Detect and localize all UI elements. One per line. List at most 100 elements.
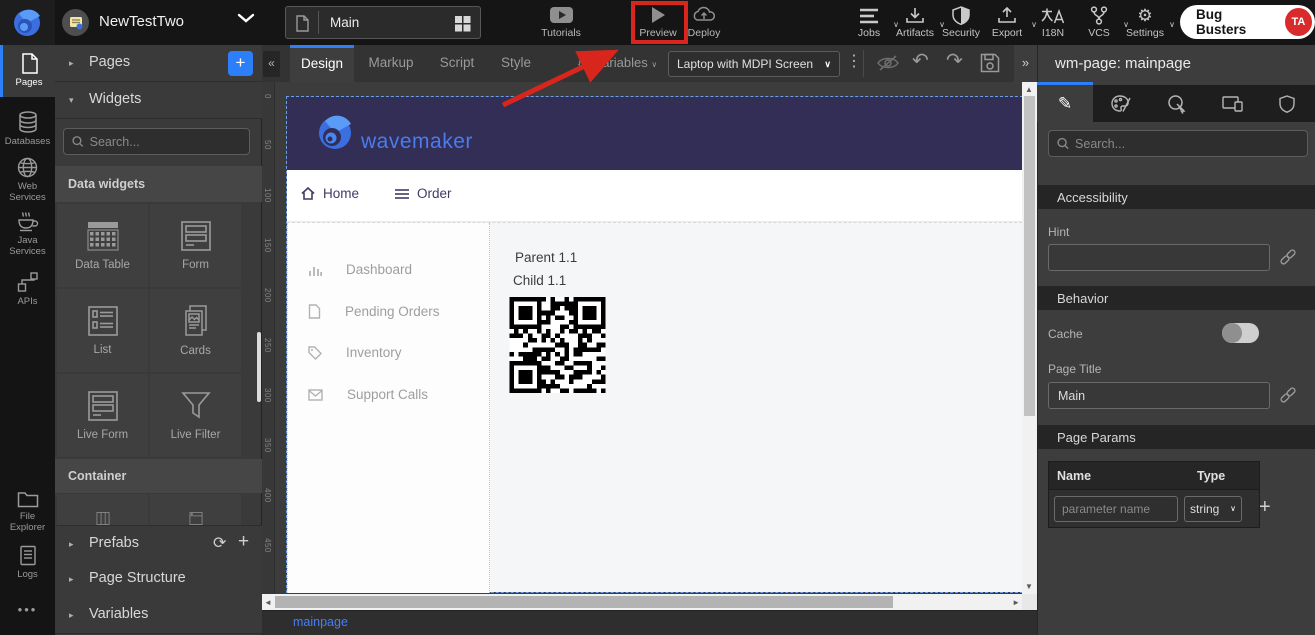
expand-right-button[interactable]: » (1014, 45, 1037, 82)
widget-list[interactable]: List (57, 289, 148, 372)
left-panel-scrollbar[interactable] (257, 332, 261, 402)
widget-panel[interactable] (150, 494, 241, 525)
device-selector[interactable]: Laptop with MDPI Screen ∨ (668, 51, 840, 77)
collapse-panel-button[interactable]: « (263, 51, 280, 77)
save-button[interactable] (980, 53, 1000, 73)
scrollbar-corner (1022, 594, 1037, 610)
pages-accordion[interactable]: ▸ Pages + (55, 45, 262, 82)
widget-live-form[interactable]: Live Form (57, 374, 148, 457)
tab-design[interactable]: Design (290, 45, 354, 82)
page-preview[interactable]: wavemaker Home Order Dashboard (287, 97, 1022, 592)
widget-data-table[interactable]: Data Table (57, 204, 148, 287)
page-header-bar[interactable]: wavemaker (287, 97, 1022, 170)
tab-styles[interactable] (1093, 85, 1149, 122)
kebab-menu-icon[interactable]: ⋮ (846, 51, 862, 71)
add-page-button[interactable]: + (228, 51, 253, 76)
data-table-icon (87, 221, 119, 251)
project-avatar[interactable] (62, 9, 89, 36)
menu-support-calls[interactable]: Support Calls (288, 387, 491, 402)
param-name-input[interactable] (1054, 496, 1178, 522)
canvas-horizontal-scrollbar[interactable]: ◄ ► (262, 594, 1022, 610)
tab-markup[interactable]: Markup (358, 45, 424, 82)
rail-item-apis[interactable]: APIs (0, 271, 55, 307)
behavior-section-header[interactable]: Behavior (1037, 286, 1315, 310)
project-name[interactable]: NewTestTwo (99, 13, 184, 30)
param-type-select[interactable]: string ∨ (1184, 496, 1242, 522)
select-chevron-icon: ∨ (1230, 504, 1236, 513)
artifacts-menu[interactable]: Artifacts ∨ (889, 7, 941, 39)
undo-button[interactable]: ↶ (912, 48, 929, 73)
scroll-up-icon[interactable]: ▲ (1025, 85, 1033, 94)
artifacts-download-icon (889, 7, 941, 25)
tutorials-button[interactable]: Tutorials (529, 6, 593, 39)
rail-item-java-services[interactable]: JavaServices (0, 211, 55, 257)
variables-accordion[interactable]: ▸ Variables (55, 597, 262, 634)
prefabs-refresh-icon[interactable]: ⟳ (213, 533, 226, 553)
redo-icon: ↷ (946, 50, 963, 72)
variables-chevron-icon: ∨ (651, 60, 657, 69)
security-menu[interactable]: Security (935, 7, 987, 39)
jobs-menu[interactable]: Jobs ∨ (843, 7, 895, 39)
cache-toggle[interactable] (1222, 323, 1259, 343)
menu-dashboard[interactable]: Dashboard (288, 262, 491, 277)
widget-search-input[interactable] (90, 135, 241, 149)
properties-search[interactable] (1048, 130, 1308, 157)
widget-cards[interactable]: Cards (150, 289, 241, 372)
widget-search[interactable] (63, 128, 250, 155)
tab-devices[interactable] (1205, 85, 1261, 122)
widget-form[interactable]: Form (150, 204, 241, 287)
tab-style[interactable]: Style (490, 45, 542, 82)
hint-input[interactable] (1048, 244, 1270, 271)
tab-events[interactable] (1149, 85, 1205, 122)
hide-markup-button[interactable] (876, 54, 900, 72)
page-params-section-header[interactable]: Page Params (1037, 425, 1315, 449)
rail-item-databases[interactable]: Databases (0, 111, 55, 147)
settings-menu[interactable]: ⚙ Settings ∨ (1119, 7, 1171, 39)
canvas-vertical-scrollbar[interactable]: ▲ ▼ (1022, 82, 1037, 594)
menu-pending-orders[interactable]: Pending Orders (288, 304, 491, 319)
widget-live-filter[interactable]: Live Filter (150, 374, 241, 457)
prefabs-add-icon[interactable]: + (238, 531, 249, 553)
rail-overflow-button[interactable]: ••• (0, 602, 55, 617)
hint-bind-link-icon[interactable] (1280, 249, 1296, 265)
open-page-tab[interactable]: mainpage (293, 615, 348, 629)
scroll-right-icon[interactable]: ► (1012, 598, 1020, 607)
team-button[interactable]: Bug Busters TA (1180, 5, 1315, 39)
widget-layout-grid[interactable] (57, 494, 148, 525)
vertical-scroll-thumb[interactable] (1024, 96, 1035, 416)
prefabs-accordion[interactable]: ▸ Prefabs ⟳ + (55, 525, 262, 562)
menu-inventory[interactable]: Inventory (288, 345, 491, 360)
accessibility-section-header[interactable]: Accessibility (1037, 185, 1315, 209)
page-selector[interactable]: Main (285, 6, 481, 39)
properties-search-input[interactable] (1075, 137, 1299, 151)
vcs-menu[interactable]: VCS ∨ (1073, 7, 1125, 39)
tab-security[interactable] (1259, 85, 1315, 122)
page-title-bind-link-icon[interactable] (1280, 387, 1296, 403)
variables-dropdown[interactable]: {x} Variables ∨ (578, 55, 657, 70)
rail-item-file-explorer[interactable]: FileExplorer (0, 490, 55, 533)
export-menu[interactable]: Export ∨ (981, 7, 1033, 39)
rail-item-logs[interactable]: Logs (0, 545, 55, 580)
rail-item-pages[interactable]: Pages (0, 45, 55, 97)
widgets-accordion[interactable]: ▾ Widgets (55, 82, 262, 119)
wavemaker-logo-button[interactable] (0, 0, 55, 45)
redo-button[interactable]: ↷ (946, 48, 963, 73)
page-structure-accordion[interactable]: ▸ Page Structure (55, 561, 262, 598)
user-avatar[interactable]: TA (1285, 8, 1312, 36)
scroll-left-icon[interactable]: ◄ (264, 598, 272, 607)
devices-icon (1222, 96, 1244, 112)
tab-script[interactable]: Script (428, 45, 486, 82)
project-chevron-down-icon[interactable] (237, 13, 255, 23)
tab-properties[interactable]: ✎ (1037, 85, 1093, 122)
page-params-header-row: Name Type (1048, 461, 1260, 490)
scroll-down-icon[interactable]: ▼ (1025, 582, 1033, 591)
page-grid-icon[interactable] (454, 15, 471, 32)
hint-label: Hint (1048, 225, 1069, 239)
page-title-input[interactable] (1048, 382, 1270, 409)
nav-order[interactable]: Order (395, 186, 452, 201)
i18n-menu[interactable]: I18N (1027, 7, 1079, 39)
nav-home[interactable]: Home (301, 186, 359, 201)
rail-item-web-services[interactable]: WebServices (0, 157, 55, 203)
horizontal-scroll-thumb[interactable] (275, 596, 893, 608)
add-param-button[interactable]: + (1259, 496, 1271, 519)
